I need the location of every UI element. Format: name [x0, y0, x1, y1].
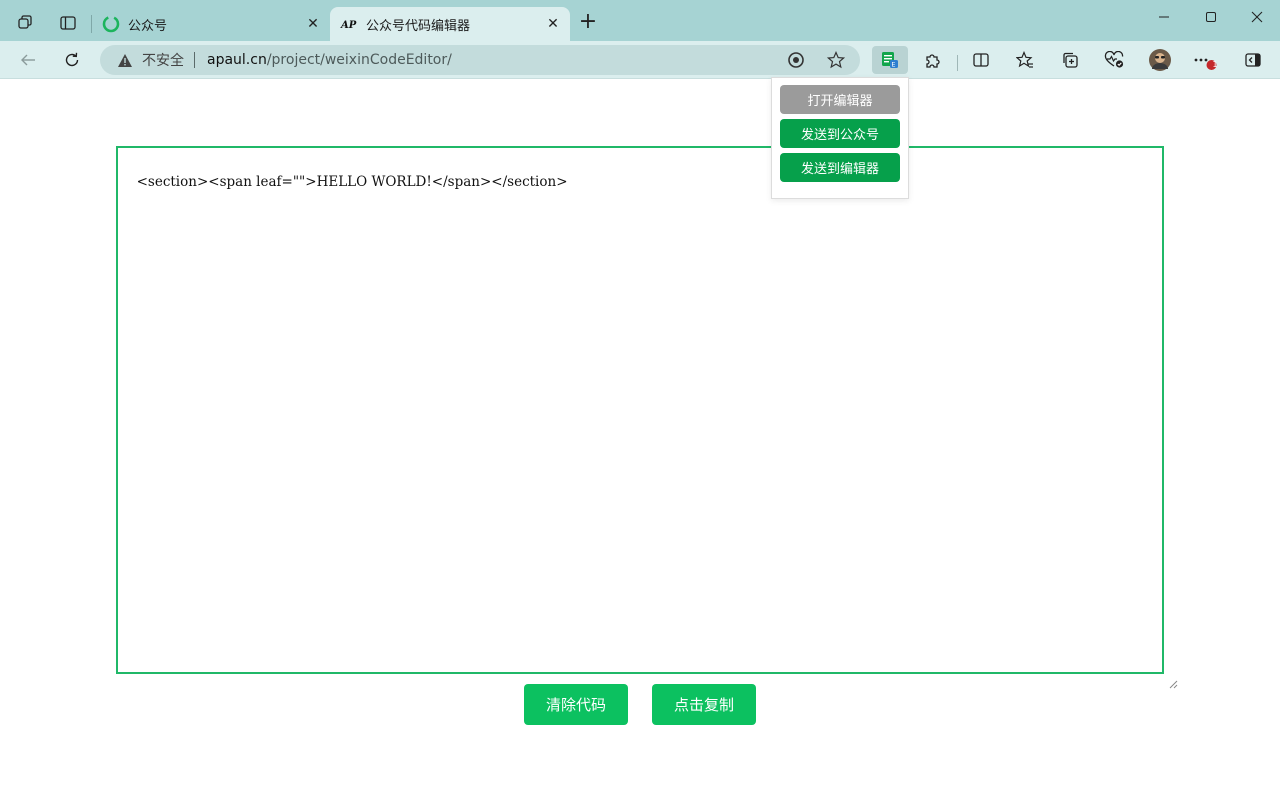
send-to-editor-button[interactable]: 发送到编辑器 — [780, 153, 900, 182]
tab-title: 公众号代码编辑器 — [366, 18, 471, 34]
tab-strip: 公众号 ✕ AP 公众号代码编辑器 ✕ + — [0, 0, 1280, 41]
send-to-account-button[interactable]: 发送到公众号 — [780, 119, 900, 148]
address-divider — [194, 52, 195, 68]
wechat-favicon-icon — [102, 15, 120, 33]
code-editor-textarea[interactable]: <section><span leaf="">HELLO WORLD!</spa… — [116, 146, 1178, 689]
new-tab-icon[interactable]: + — [576, 10, 600, 34]
sidebar-icon[interactable] — [1238, 46, 1268, 74]
minimize-icon[interactable] — [1141, 4, 1187, 30]
maximize-icon[interactable] — [1188, 4, 1234, 30]
open-editor-button[interactable]: 打开编辑器 — [780, 85, 900, 114]
tab-title: 公众号 — [128, 18, 168, 34]
workspaces-icon[interactable] — [12, 9, 40, 37]
svg-text:AP: AP — [340, 20, 357, 30]
url-path: /project/weixinCodeEditor/ — [266, 52, 452, 68]
refresh-icon[interactable] — [58, 46, 86, 74]
close-icon[interactable]: ✕ — [542, 13, 564, 35]
security-label[interactable]: 不安全 — [142, 50, 184, 70]
tab-code-editor[interactable]: AP 公众号代码编辑器 ✕ — [330, 7, 570, 41]
warning-icon[interactable] — [116, 51, 134, 69]
editor-code: <section><span leaf="">HELLO WORLD!</spa… — [136, 174, 568, 190]
wechat-editor-extension-icon[interactable]: E — [872, 46, 908, 74]
toolbar-separator — [957, 55, 958, 71]
clear-code-button[interactable]: 清除代码 — [524, 684, 628, 725]
ap-favicon-icon: AP — [340, 15, 358, 33]
close-icon[interactable]: ✕ — [302, 13, 324, 35]
extension-popup: 打开编辑器 发送到公众号 发送到编辑器 — [771, 77, 909, 199]
heartbeat-icon[interactable] — [1099, 46, 1129, 74]
address-bar[interactable]: 不安全 apaul.cn/project/weixinCodeEditor/ — [100, 45, 860, 75]
browser-toolbar: 不安全 apaul.cn/project/weixinCodeEditor/ E… — [0, 41, 1280, 79]
tab-wechat[interactable]: 公众号 ✕ — [92, 7, 330, 41]
svg-text:E: E — [891, 61, 895, 69]
copy-code-button[interactable]: 点击复制 — [652, 684, 756, 725]
resize-grip-icon[interactable] — [1151, 661, 1178, 689]
avatar[interactable] — [1145, 46, 1175, 74]
window-close-icon[interactable] — [1234, 4, 1280, 30]
read-aloud-icon[interactable] — [784, 48, 808, 72]
split-screen-icon[interactable] — [966, 46, 996, 74]
url-host: apaul.cn — [207, 52, 267, 68]
star-icon[interactable] — [824, 48, 848, 72]
more-icon[interactable]: 1 — [1190, 46, 1220, 74]
back-arrow-icon[interactable] — [14, 46, 42, 74]
puzzle-icon[interactable] — [918, 46, 948, 74]
tab-actions-icon[interactable] — [54, 9, 82, 37]
collections-icon[interactable] — [1055, 46, 1085, 74]
notification-badge: 1 — [1212, 60, 1218, 69]
favorites-icon[interactable] — [1010, 46, 1040, 74]
